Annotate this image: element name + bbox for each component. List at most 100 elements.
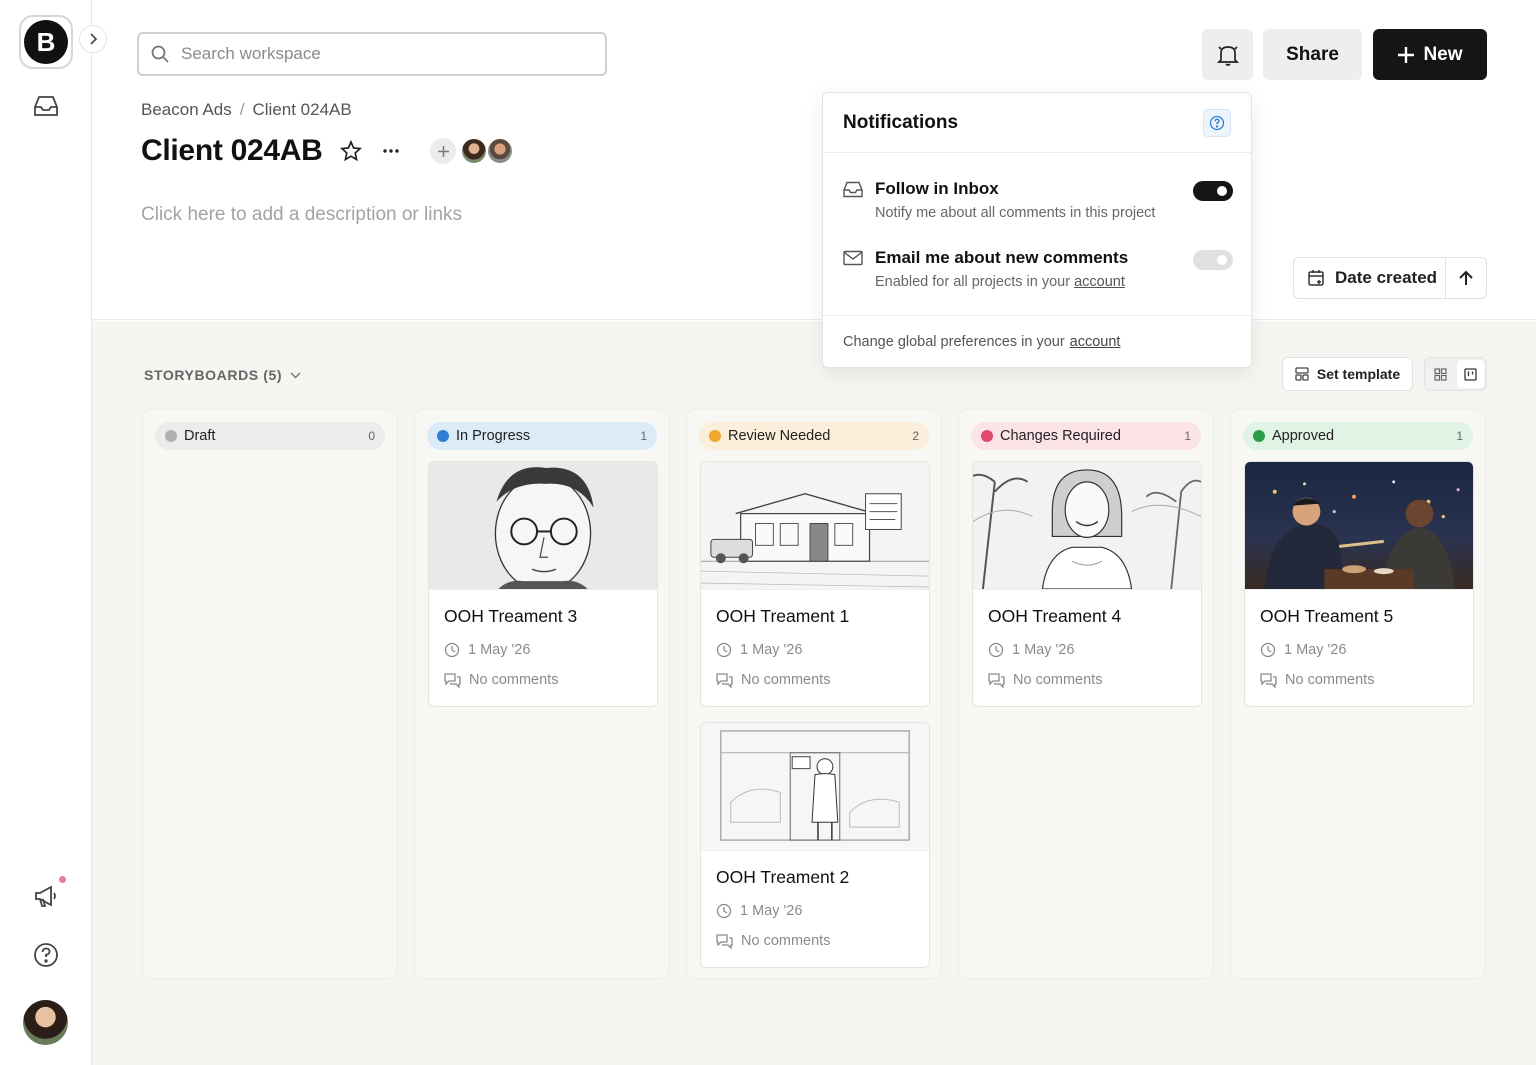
comments-icon	[444, 673, 461, 688]
help-icon[interactable]	[30, 939, 62, 971]
card-comments-text: No comments	[741, 933, 831, 949]
notifications-popover: Notifications Follow in Inbox Notify me …	[822, 92, 1252, 368]
board-view-button[interactable]	[1456, 360, 1484, 388]
global-preferences-link[interactable]: account	[1070, 334, 1121, 350]
new-button[interactable]: New	[1373, 29, 1487, 80]
member-avatar[interactable]	[486, 137, 515, 165]
card-date-text: 1 May '26	[1012, 642, 1075, 658]
search-icon	[151, 45, 169, 63]
column-count: 1	[1184, 429, 1191, 443]
clock-icon	[988, 642, 1004, 658]
calendar-plus-icon	[1308, 270, 1324, 286]
column-header[interactable]: Review Needed 2	[699, 422, 929, 450]
board-section-toggle[interactable]: STORYBOARDS (5)	[144, 367, 301, 383]
follow-inbox-subtitle: Notify me about all comments in this pro…	[875, 205, 1156, 221]
page-title[interactable]: Client 024AB	[141, 134, 323, 168]
megaphone-icon[interactable]	[30, 880, 62, 912]
email-comments-subtitle: Enabled for all projects in your account	[875, 274, 1125, 290]
card-date-text: 1 May '26	[740, 642, 803, 658]
comments-icon	[988, 673, 1005, 688]
more-options-icon[interactable]	[382, 148, 400, 154]
member-avatar[interactable]	[460, 137, 489, 165]
inbox-icon	[843, 181, 863, 203]
card-date: 1 May '26	[1260, 642, 1346, 658]
set-template-label: Set template	[1316, 366, 1401, 382]
star-icon[interactable]	[340, 140, 363, 162]
set-template-button[interactable]: Set template	[1282, 357, 1413, 391]
chevron-down-icon	[290, 372, 301, 378]
column-count: 1	[1456, 429, 1463, 443]
announcement-badge	[57, 874, 68, 885]
user-avatar[interactable]	[23, 1000, 68, 1045]
card-date-text: 1 May '26	[740, 903, 803, 919]
card-date: 1 May '26	[444, 642, 530, 658]
sort-control: Date created	[1293, 257, 1487, 299]
help-icon	[1209, 115, 1225, 130]
comments-icon	[716, 934, 733, 949]
chevron-right-icon	[90, 33, 98, 45]
card-comments-text: No comments	[1285, 672, 1375, 688]
column-draft: Draft 0	[142, 409, 398, 979]
card-date: 1 May '26	[988, 642, 1074, 658]
card-comments-text: No comments	[1013, 672, 1103, 688]
workspace-logo[interactable]: B	[19, 15, 73, 69]
column-label: Changes Required	[1000, 428, 1121, 444]
notifications-button[interactable]	[1202, 29, 1253, 80]
storyboard-card[interactable]: OOH Treament 5 1 May '26 No comments	[1244, 461, 1474, 707]
status-dot	[437, 430, 449, 442]
arrow-up-icon	[1459, 270, 1473, 285]
column-count: 1	[640, 429, 647, 443]
column-header[interactable]: Draft 0	[155, 422, 385, 450]
status-dot	[165, 430, 177, 442]
storyboard-thumbnail	[973, 462, 1201, 590]
storyboard-card[interactable]: OOH Treament 2 1 May '26 No comments	[700, 722, 930, 968]
email-comments-toggle[interactable]	[1193, 250, 1233, 270]
status-dot	[981, 430, 993, 442]
column-review-needed: Review Needed 2 OOH Treament 1 1 May '26…	[686, 409, 942, 979]
inbox-icon[interactable]	[30, 90, 62, 122]
grid-icon	[1434, 367, 1447, 381]
breadcrumb-project[interactable]: Client 024AB	[252, 100, 351, 120]
search-input[interactable]	[181, 44, 581, 64]
storyboard-card[interactable]: OOH Treament 4 1 May '26 No comments	[972, 461, 1202, 707]
bell-icon	[1216, 45, 1239, 66]
sort-direction-button[interactable]	[1446, 258, 1486, 298]
card-title: OOH Treament 1	[716, 606, 850, 626]
description-placeholder[interactable]: Click here to add a description or links	[141, 204, 462, 226]
popover-header: Notifications	[823, 93, 1251, 153]
card-date: 1 May '26	[716, 642, 802, 658]
follow-inbox-toggle[interactable]	[1193, 181, 1233, 201]
column-header[interactable]: In Progress 1	[427, 422, 657, 450]
board-title: STORYBOARDS (5)	[144, 367, 283, 383]
account-link[interactable]: account	[1074, 274, 1125, 290]
sidebar: B	[0, 0, 92, 1065]
card-title: OOH Treament 5	[1260, 606, 1394, 626]
new-button-label: New	[1423, 43, 1463, 65]
card-comments: No comments	[716, 672, 830, 688]
search-bar[interactable]	[137, 32, 607, 76]
card-title: OOH Treament 4	[988, 606, 1122, 626]
add-member-button[interactable]	[430, 138, 457, 164]
workspace-logo-letter: B	[24, 20, 68, 64]
breadcrumb: Beacon Ads / Client 024AB	[141, 100, 352, 120]
grid-view-button[interactable]	[1427, 360, 1455, 388]
storyboard-card[interactable]: OOH Treament 3 1 May '26 No comments	[428, 461, 658, 707]
notifications-help-button[interactable]	[1203, 108, 1231, 137]
status-dot	[709, 430, 721, 442]
column-header[interactable]: Approved 1	[1243, 422, 1473, 450]
column-label: Review Needed	[728, 428, 831, 444]
column-label: Draft	[184, 428, 216, 444]
mail-icon	[843, 250, 863, 271]
board-icon	[1464, 367, 1477, 381]
card-comments: No comments	[716, 933, 830, 949]
storyboard-thumbnail	[701, 462, 929, 590]
expand-sidebar-button[interactable]	[79, 25, 107, 53]
share-button[interactable]: Share	[1263, 29, 1362, 80]
sort-field-button[interactable]: Date created	[1294, 258, 1446, 298]
column-header[interactable]: Changes Required 1	[971, 422, 1201, 450]
column-count: 2	[912, 429, 919, 443]
storyboard-card[interactable]: OOH Treament 1 1 May '26 No comments	[700, 461, 930, 707]
column-changes-required: Changes Required 1 OOH Treament 4 1 May …	[958, 409, 1214, 979]
card-comments: No comments	[988, 672, 1102, 688]
breadcrumb-workspace[interactable]: Beacon Ads	[141, 100, 232, 120]
